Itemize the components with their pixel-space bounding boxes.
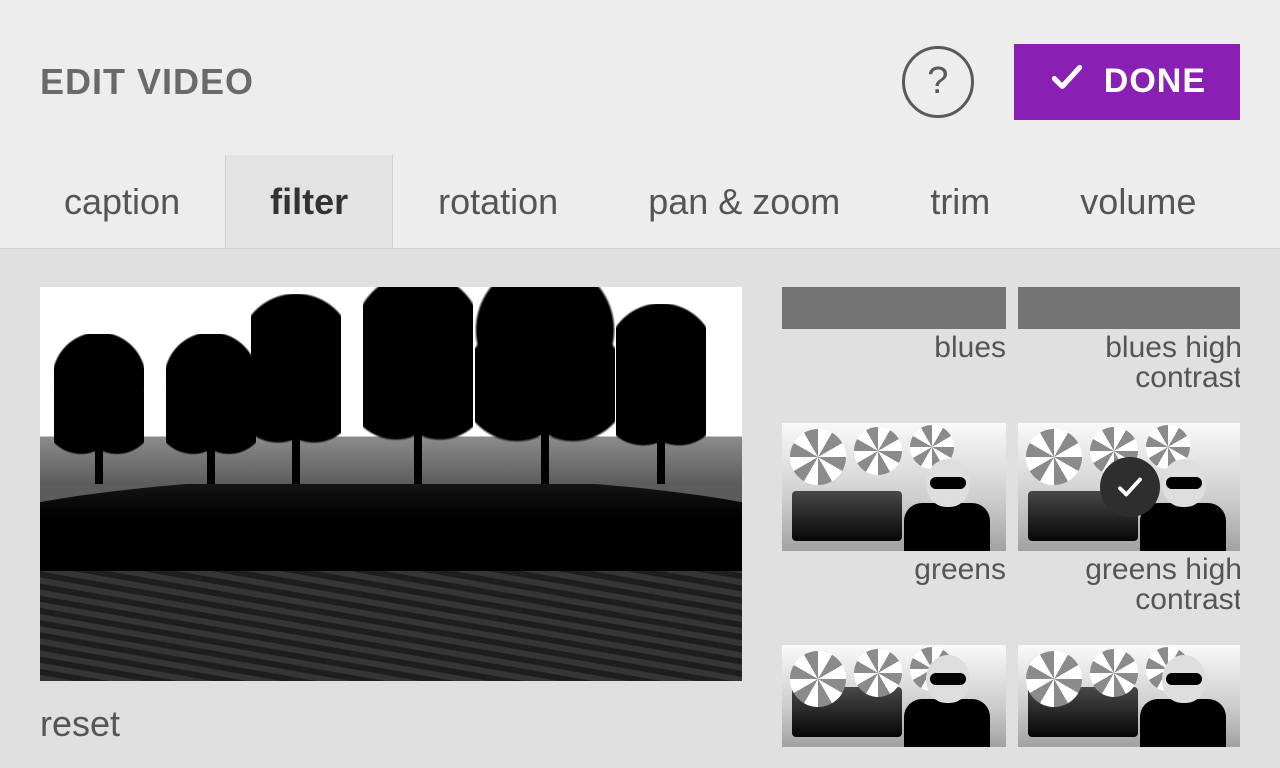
content: reset blues blues high contrast greens gree… <box>0 249 1280 768</box>
filter-next-2[interactable] <box>1018 645 1240 747</box>
help-icon: ? <box>927 60 948 103</box>
done-label: DONE <box>1104 62 1206 101</box>
filter-blues-high-contrast[interactable]: blues high contrast <box>1018 287 1240 393</box>
tab-caption[interactable]: caption <box>20 155 225 248</box>
filter-thumbnail <box>782 423 1006 551</box>
tab-rotation[interactable]: rotation <box>393 155 603 248</box>
video-preview[interactable] <box>40 287 742 681</box>
filter-grid: blues blues high contrast greens greens hig… <box>782 287 1240 768</box>
preview-column: reset <box>40 287 742 768</box>
filter-greens-high-contrast[interactable]: greens high contrast <box>1018 423 1240 615</box>
filter-thumbnail <box>1018 423 1240 551</box>
filter-label: blues <box>782 333 1006 363</box>
reset-button[interactable]: reset <box>40 703 742 745</box>
filter-greens[interactable]: greens <box>782 423 1006 615</box>
filter-label: blues high contrast <box>1018 333 1240 393</box>
tab-trim[interactable]: trim <box>885 155 1035 248</box>
header-actions: ? DONE <box>902 44 1240 120</box>
header: EDIT VIDEO ? DONE <box>0 0 1280 155</box>
filter-label: greens <box>782 555 1006 585</box>
editor-tabs: captionfilterrotationpan & zoomtrimvolum… <box>0 155 1280 249</box>
tab-volume[interactable]: volume <box>1035 155 1241 248</box>
filter-label: greens high contrast <box>1018 555 1240 615</box>
filter-thumbnail <box>1018 287 1240 329</box>
tab-panzoom[interactable]: pan & zoom <box>603 155 885 248</box>
filter-thumbnail <box>782 645 1006 747</box>
page-title: EDIT VIDEO <box>40 61 254 103</box>
help-button[interactable]: ? <box>902 46 974 118</box>
filter-thumbnail <box>782 287 1006 329</box>
filter-thumbnail <box>1018 645 1240 747</box>
tab-filter[interactable]: filter <box>225 155 393 248</box>
check-icon <box>1048 58 1086 105</box>
done-button[interactable]: DONE <box>1014 44 1240 120</box>
selected-check-icon <box>1100 457 1160 517</box>
filter-blues[interactable]: blues <box>782 287 1006 393</box>
filter-next-1[interactable] <box>782 645 1006 747</box>
